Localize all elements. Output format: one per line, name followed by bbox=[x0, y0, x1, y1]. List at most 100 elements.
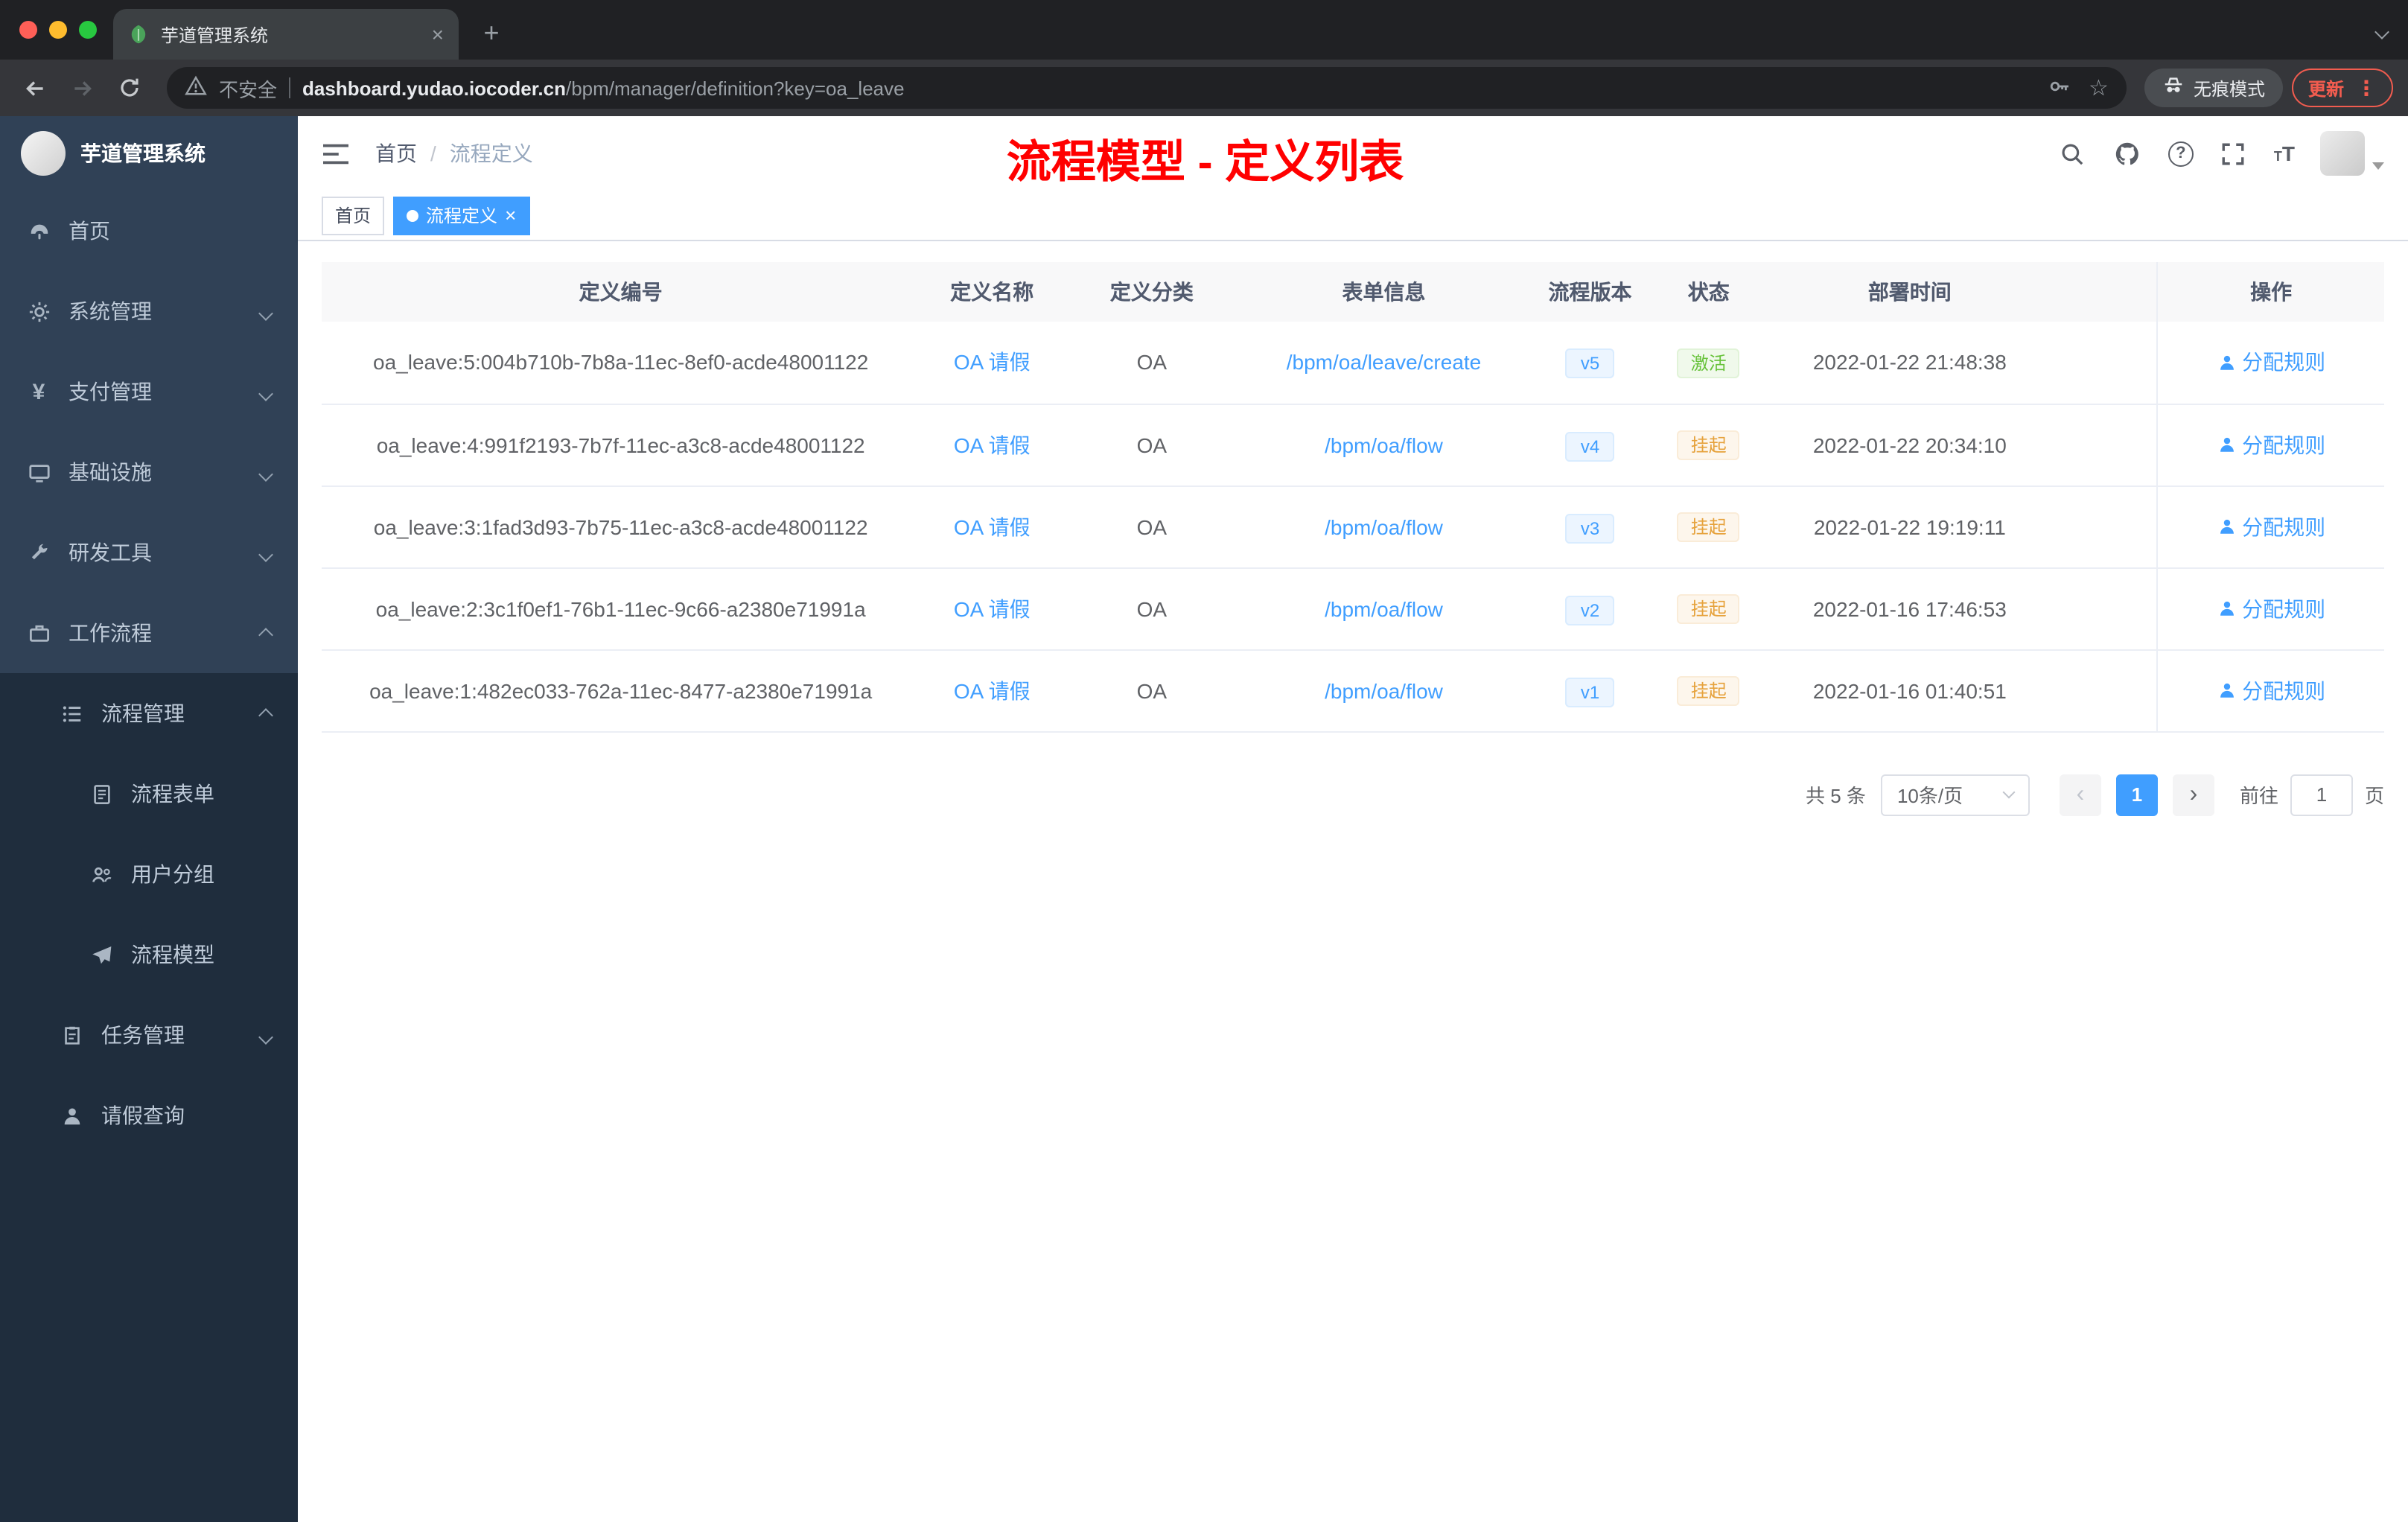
deploy-time: 2022-01-16 17:46:53 bbox=[1765, 567, 2054, 650]
definition-table: 定义编号 定义名称 定义分类 表单信息 流程版本 状态 部署时间 操作 oa_l… bbox=[322, 262, 2384, 732]
not-secure-icon bbox=[185, 74, 207, 101]
sidebar-item-label: 任务管理 bbox=[101, 1023, 185, 1047]
app-title: 芋道管理系统 bbox=[80, 141, 206, 165]
sidebar-item-payment-mgmt[interactable]: ¥ 支付管理 bbox=[0, 351, 298, 432]
definition-name-link[interactable]: OA 请假 bbox=[954, 351, 1031, 375]
search-icon[interactable] bbox=[2058, 138, 2088, 168]
person-icon bbox=[60, 1104, 83, 1127]
sidebar-item-label: 研发工具 bbox=[69, 541, 152, 564]
minimize-window-button[interactable] bbox=[49, 21, 67, 39]
form-info-link[interactable]: /bpm/oa/leave/create bbox=[1287, 351, 1482, 375]
back-icon[interactable] bbox=[15, 69, 54, 107]
browser-tab[interactable]: 芋道管理系统 × bbox=[113, 9, 459, 60]
clipboard-icon bbox=[60, 1023, 83, 1047]
form-info-link[interactable]: /bpm/oa/flow bbox=[1325, 515, 1443, 538]
sidebar: 芋道管理系统 首页 系统管理 ¥ 支付管理 基础设施 研发工具 工作流程 流程管… bbox=[0, 116, 298, 1522]
address-bar[interactable]: 不安全 dashboard.yudao.iocoder.cn/bpm/manag… bbox=[167, 67, 2127, 109]
tab-favicon-icon bbox=[128, 24, 149, 45]
font-size-icon[interactable]: TT bbox=[2274, 141, 2295, 165]
sidebar-item-infrastructure[interactable]: 基础设施 bbox=[0, 432, 298, 512]
tag-process-definition[interactable]: 流程定义 × bbox=[393, 196, 530, 235]
sidebar-item-dev-tools[interactable]: 研发工具 bbox=[0, 512, 298, 593]
column-definition-name: 定义名称 bbox=[920, 262, 1065, 322]
pagination-total: 共 5 条 bbox=[1806, 785, 1866, 807]
column-status: 状态 bbox=[1651, 262, 1765, 322]
assign-rule-link[interactable]: 分配规则 bbox=[2217, 430, 2325, 459]
bookmark-star-icon[interactable]: ☆ bbox=[2089, 74, 2109, 101]
definition-name-link[interactable]: OA 请假 bbox=[954, 678, 1031, 702]
send-icon bbox=[89, 943, 113, 967]
sidebar-item-label: 请假查询 bbox=[101, 1104, 185, 1127]
app-logo[interactable]: 芋道管理系统 bbox=[0, 116, 298, 191]
sidebar-item-label: 流程模型 bbox=[131, 943, 214, 967]
yen-icon: ¥ bbox=[32, 379, 45, 404]
table-row: oa_leave:2:3c1f0ef1-76b1-11ec-9c66-a2380… bbox=[322, 567, 2384, 650]
forward-icon[interactable] bbox=[63, 69, 101, 107]
sidebar-item-home[interactable]: 首页 bbox=[0, 191, 298, 271]
update-button[interactable]: 更新 ⋮ bbox=[2291, 69, 2393, 107]
sidebar-item-process-model[interactable]: 流程模型 bbox=[0, 914, 298, 995]
column-category: 定义分类 bbox=[1064, 262, 1240, 322]
prev-page-button[interactable]: ‹ bbox=[2059, 774, 2101, 815]
close-window-button[interactable] bbox=[19, 21, 37, 39]
sidebar-item-leave-query[interactable]: 请假查询 bbox=[0, 1075, 298, 1156]
goto-page-input[interactable] bbox=[2290, 774, 2353, 815]
new-tab-button[interactable]: + bbox=[474, 15, 509, 51]
help-icon[interactable]: ? bbox=[2167, 141, 2194, 166]
breadcrumb-home[interactable]: 首页 bbox=[375, 138, 417, 168]
active-dot bbox=[407, 209, 419, 221]
browser-menu-icon[interactable]: ⋮ bbox=[2356, 75, 2377, 101]
column-form-info: 表单信息 bbox=[1239, 262, 1529, 322]
github-icon[interactable] bbox=[2113, 138, 2143, 168]
tag-close-icon[interactable]: × bbox=[505, 206, 516, 225]
chevron-up-icon bbox=[258, 621, 273, 645]
next-page-button[interactable]: › bbox=[2172, 774, 2214, 815]
chevron-down-icon bbox=[2002, 786, 2016, 799]
user-menu[interactable] bbox=[2320, 131, 2384, 176]
definition-category: OA bbox=[1064, 485, 1240, 568]
definition-name-link[interactable]: OA 请假 bbox=[954, 596, 1031, 620]
definition-category: OA bbox=[1064, 567, 1240, 650]
sidebar-item-label: 支付管理 bbox=[69, 380, 152, 404]
sidebar-item-process-mgmt[interactable]: 流程管理 bbox=[0, 673, 298, 754]
tab-close-icon[interactable]: × bbox=[432, 24, 444, 45]
fullscreen-icon[interactable] bbox=[2219, 138, 2249, 168]
page-number-button[interactable]: 1 bbox=[2115, 774, 2158, 815]
page-url[interactable]: dashboard.yudao.iocoder.cn/bpm/manager/d… bbox=[302, 77, 905, 99]
chevron-down-icon bbox=[258, 541, 273, 564]
hamburger-icon[interactable] bbox=[322, 138, 351, 168]
definition-category: OA bbox=[1064, 649, 1240, 732]
tab-search-icon[interactable] bbox=[2374, 18, 2389, 45]
assign-rule-link[interactable]: 分配规则 bbox=[2217, 348, 2325, 378]
form-info-link[interactable]: /bpm/oa/flow bbox=[1325, 433, 1443, 456]
security-label[interactable]: 不安全 bbox=[219, 74, 277, 102]
status-badge: 挂起 bbox=[1677, 512, 1740, 542]
assign-rule-link[interactable]: 分配规则 bbox=[2217, 593, 2325, 623]
page-unit-label: 页 bbox=[2364, 785, 2384, 807]
sidebar-item-task-mgmt[interactable]: 任务管理 bbox=[0, 995, 298, 1075]
assign-rule-link[interactable]: 分配规则 bbox=[2217, 512, 2325, 541]
avatar[interactable] bbox=[2320, 131, 2365, 176]
sidebar-item-system-mgmt[interactable]: 系统管理 bbox=[0, 271, 298, 351]
chevron-down-icon bbox=[258, 380, 273, 404]
assign-rule-link[interactable]: 分配规则 bbox=[2217, 675, 2325, 705]
tag-home[interactable]: 首页 bbox=[322, 196, 385, 235]
zoom-window-button[interactable] bbox=[79, 21, 97, 39]
spacer-cell bbox=[2054, 649, 2158, 732]
sidebar-item-user-group[interactable]: 用户分组 bbox=[0, 834, 298, 914]
spacer-cell bbox=[2054, 567, 2158, 650]
form-info-link[interactable]: /bpm/oa/flow bbox=[1325, 678, 1443, 702]
definition-name-link[interactable]: OA 请假 bbox=[954, 515, 1031, 538]
reload-icon[interactable] bbox=[110, 69, 149, 107]
sidebar-item-process-form[interactable]: 流程表单 bbox=[0, 754, 298, 834]
form-info-link[interactable]: /bpm/oa/flow bbox=[1325, 596, 1443, 620]
sidebar-item-workflow[interactable]: 工作流程 bbox=[0, 593, 298, 673]
page-size-select[interactable]: 10条/页 bbox=[1880, 774, 2030, 815]
breadcrumb-current: 流程定义 bbox=[449, 141, 533, 165]
definition-name-link[interactable]: OA 请假 bbox=[954, 433, 1031, 456]
deploy-time: 2022-01-16 01:40:51 bbox=[1765, 649, 2054, 732]
list-icon bbox=[60, 701, 83, 725]
password-key-icon[interactable] bbox=[2047, 74, 2071, 102]
deploy-time: 2022-01-22 19:19:11 bbox=[1765, 485, 2054, 568]
column-spacer bbox=[2054, 262, 2158, 322]
